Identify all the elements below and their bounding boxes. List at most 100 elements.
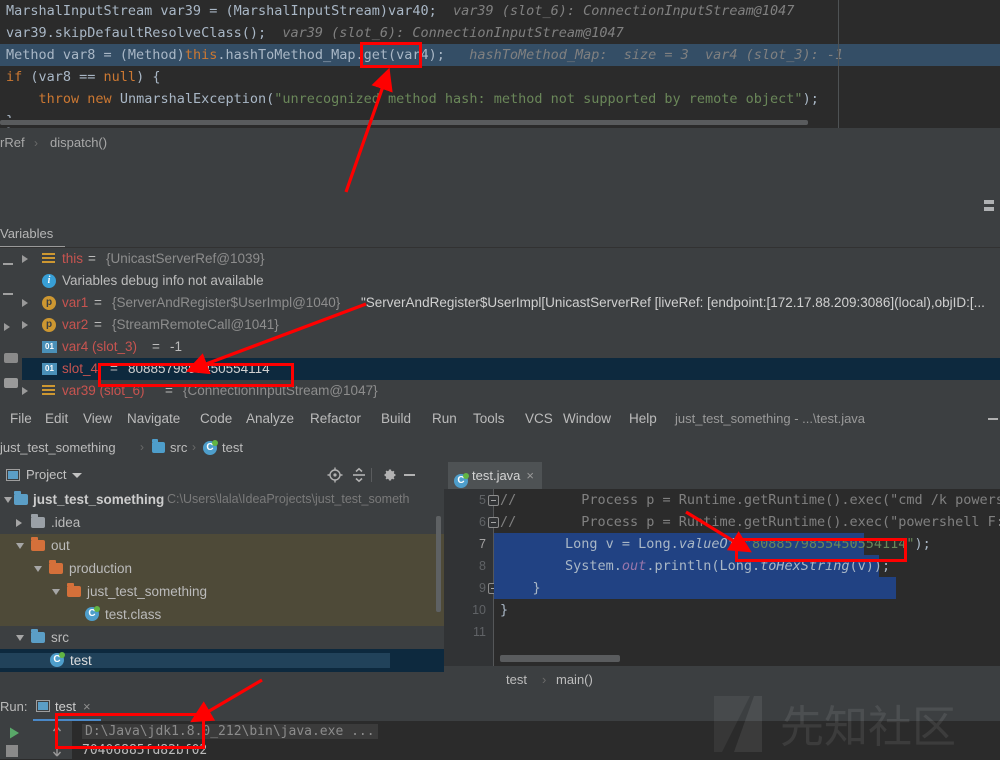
chevron-down-icon[interactable] xyxy=(72,473,82,478)
editor-tab-bar: Ctest.java × xyxy=(444,462,1000,489)
menu-item-file[interactable]: File xyxy=(10,405,32,433)
stack-icon[interactable] xyxy=(984,200,994,214)
down-icon[interactable] xyxy=(49,743,65,759)
variable-equals: = xyxy=(94,317,102,332)
menu-item-help[interactable]: Help xyxy=(629,405,657,433)
expand-arrow-icon[interactable] xyxy=(16,519,22,527)
project-tree[interactable]: just_test_something C:\Users\lala\IdeaPr… xyxy=(0,488,444,693)
expand-arrow-icon[interactable] xyxy=(22,387,28,395)
hide-icon[interactable] xyxy=(404,474,415,476)
folder-icon xyxy=(31,514,45,528)
debug-code-line-1[interactable]: MarshalInputStream var39 = (MarshalInput… xyxy=(0,0,838,22)
menu-item-window[interactable]: Window xyxy=(563,405,611,433)
variables-tree[interactable]: this = {UnicastServerRef@1039} i Variabl… xyxy=(22,248,1000,405)
tree-row-src[interactable]: src xyxy=(0,626,444,649)
editor-gutter[interactable]: 5 6 7 8 9 10 11 xyxy=(444,489,494,666)
tree-label: test xyxy=(70,653,92,668)
tree-row-out[interactable]: out xyxy=(0,534,444,557)
variable-value: -1 xyxy=(170,339,183,354)
menu-item-edit[interactable]: Edit xyxy=(45,405,68,433)
variable-row-debug-info[interactable]: i Variables debug info not available xyxy=(22,270,1000,292)
tree-row-test-class[interactable]: C test.class xyxy=(0,603,444,626)
tree-row-idea[interactable]: .idea xyxy=(0,511,444,534)
breadcrumb-method[interactable]: dispatch() xyxy=(50,128,107,158)
fold-region-icon[interactable] xyxy=(488,517,499,528)
editor-line-8[interactable]: System.out.println(Long.toHexString(v)); xyxy=(500,555,890,577)
nav-src[interactable]: src xyxy=(170,433,187,462)
variable-row-var1[interactable]: p var1 = {ServerAndRegister$UserImpl@104… xyxy=(22,292,1000,314)
menu-item-build[interactable]: Build xyxy=(381,405,411,433)
java-class-icon: C xyxy=(85,606,100,621)
tree-row-project-root[interactable]: just_test_something C:\Users\lala\IdeaPr… xyxy=(0,488,444,511)
tree-row-just-test-something-out[interactable]: just_test_something xyxy=(0,580,444,603)
debug-code-line-2[interactable]: var39.skipDefaultResolveClass(); var39 (… xyxy=(0,22,838,44)
step-into-icon[interactable] xyxy=(3,293,13,295)
menu-item-analyze[interactable]: Analyze xyxy=(246,405,294,433)
editor-tab-test-java[interactable]: Ctest.java × xyxy=(448,462,543,489)
menu-item-run[interactable]: Run xyxy=(432,405,457,433)
debug-code-line-3-current[interactable]: Method var8 = (Method)this.hashToMethod_… xyxy=(0,44,843,66)
nav-project[interactable]: just_test_something xyxy=(0,433,116,462)
locate-icon[interactable] xyxy=(327,467,343,483)
collapse-all-icon[interactable] xyxy=(351,467,367,483)
editor-line-6[interactable]: // Process p = Runtime.getRuntime().exec… xyxy=(500,511,1000,533)
project-tree-scrollbar[interactable] xyxy=(436,516,441,612)
stop-icon[interactable] xyxy=(6,745,18,757)
editor-line-5[interactable]: // Process p = Runtime.getRuntime().exec… xyxy=(500,489,1000,511)
editor-line-10[interactable]: } xyxy=(500,599,508,621)
expand-arrow-icon[interactable] xyxy=(22,255,28,263)
variable-value: {ConnectionInputStream@1047} xyxy=(183,383,378,398)
rerun-icon[interactable] xyxy=(6,725,22,741)
code-token: ); xyxy=(914,536,931,552)
collapse-arrow-icon[interactable] xyxy=(52,589,60,595)
debugger-code-view[interactable]: MarshalInputStream var39 = (MarshalInput… xyxy=(0,0,843,129)
run-tab-test[interactable]: test × xyxy=(36,693,91,721)
fold-region-icon[interactable] xyxy=(488,495,499,506)
project-pane-title[interactable]: Project xyxy=(26,462,66,488)
window-minimize-icon[interactable] xyxy=(988,418,998,420)
menu-item-refactor[interactable]: Refactor xyxy=(310,405,361,433)
editor-horizontal-scrollbar[interactable] xyxy=(500,655,620,662)
settings-icon[interactable] xyxy=(382,467,398,483)
close-icon[interactable]: × xyxy=(83,699,91,714)
status-class[interactable]: test xyxy=(506,666,527,693)
menu-item-code[interactable]: Code xyxy=(200,405,232,433)
variable-row-slot4[interactable]: 01 slot_4 = 8088579855450554114 xyxy=(22,358,1000,380)
debug-code-right-divider xyxy=(838,0,839,128)
variable-row-var2[interactable]: p var2 = {StreamRemoteCall@1041} xyxy=(22,314,1000,336)
resume-icon[interactable] xyxy=(4,323,10,331)
collapse-arrow-icon[interactable] xyxy=(16,635,24,641)
menu-item-vcs[interactable]: VCS xyxy=(525,405,553,433)
evaluate-expression-icon[interactable] xyxy=(4,378,18,388)
nav-class[interactable]: test xyxy=(222,433,243,462)
run-console-output[interactable]: D:\Java\jdk1.8.0_212\bin\java.exe ... 70… xyxy=(72,721,1000,759)
primitive-icon: 01 xyxy=(42,341,57,353)
editor-line-9[interactable]: } xyxy=(500,577,541,599)
menu-item-view[interactable]: View xyxy=(83,405,112,433)
variable-row-var39[interactable]: var39 (slot_6) = {ConnectionInputStream@… xyxy=(22,380,1000,402)
editor-line-7[interactable]: Long v = Long.valueOf("80885798554505541… xyxy=(500,533,931,555)
close-icon[interactable]: × xyxy=(526,468,534,483)
breadcrumb-frame[interactable]: rRef xyxy=(0,128,25,158)
editor-text-area[interactable]: 5 6 7 8 9 10 11 // Process p = Runtime.g… xyxy=(444,489,1000,666)
debug-code-line-5[interactable]: throw new UnmarshalException("unrecogniz… xyxy=(0,88,838,110)
status-method[interactable]: main() xyxy=(556,666,593,693)
debug-code-line-4[interactable]: if (var8 == null) { xyxy=(0,66,838,88)
step-over-icon[interactable] xyxy=(3,263,13,265)
expand-arrow-icon[interactable] xyxy=(22,321,28,329)
variable-row-var4[interactable]: 01 var4 (slot_3) = -1 xyxy=(22,336,1000,358)
collapse-arrow-icon[interactable] xyxy=(16,543,24,549)
up-icon[interactable] xyxy=(49,724,65,740)
tree-row-test-java[interactable]: C test xyxy=(0,649,444,672)
expand-arrow-icon[interactable] xyxy=(22,299,28,307)
debug-code-hscrollbar-thumb[interactable] xyxy=(0,120,808,125)
tree-row-production[interactable]: production xyxy=(0,557,444,580)
variable-row-this[interactable]: this = {UnicastServerRef@1039} xyxy=(22,248,1000,270)
code-method: toHexString xyxy=(760,558,850,574)
tab-variables[interactable]: Variables xyxy=(0,222,65,248)
collapse-arrow-icon[interactable] xyxy=(34,566,42,572)
mute-breakpoints-icon[interactable] xyxy=(4,353,18,363)
menu-item-navigate[interactable]: Navigate xyxy=(127,405,180,433)
collapse-arrow-icon[interactable] xyxy=(4,497,12,503)
menu-item-tools[interactable]: Tools xyxy=(473,405,505,433)
